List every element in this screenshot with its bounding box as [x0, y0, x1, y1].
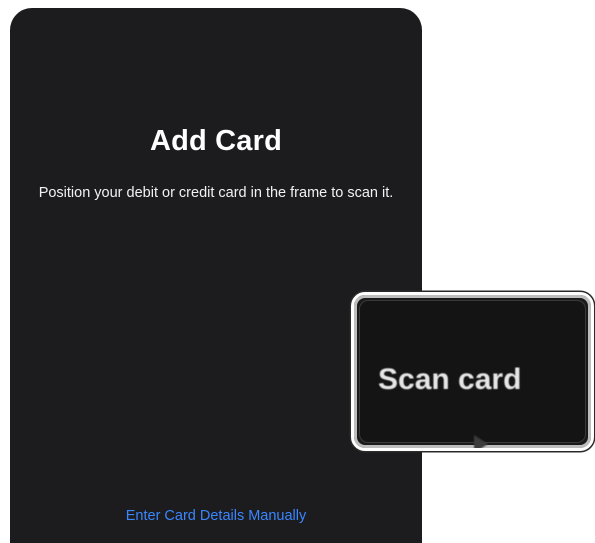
add-card-sheet: Add Card Position your debit or credit c… — [10, 8, 422, 543]
scan-card-zoom-callout: Scan card — [351, 292, 594, 451]
screen: Add Card Position your debit or credit c… — [0, 0, 595, 543]
page-title: Add Card — [149, 125, 283, 157]
sheet-bottom-fill — [10, 521, 422, 543]
scan-card-label: Scan card — [378, 363, 522, 396]
enter-card-details-manually-link[interactable]: Enter Card Details Manually — [10, 508, 422, 524]
scan-instructions: Position your debit or credit card in th… — [38, 185, 394, 201]
play-icon — [474, 435, 488, 448]
scan-card-button-zoomed[interactable]: Scan card — [359, 300, 586, 448]
